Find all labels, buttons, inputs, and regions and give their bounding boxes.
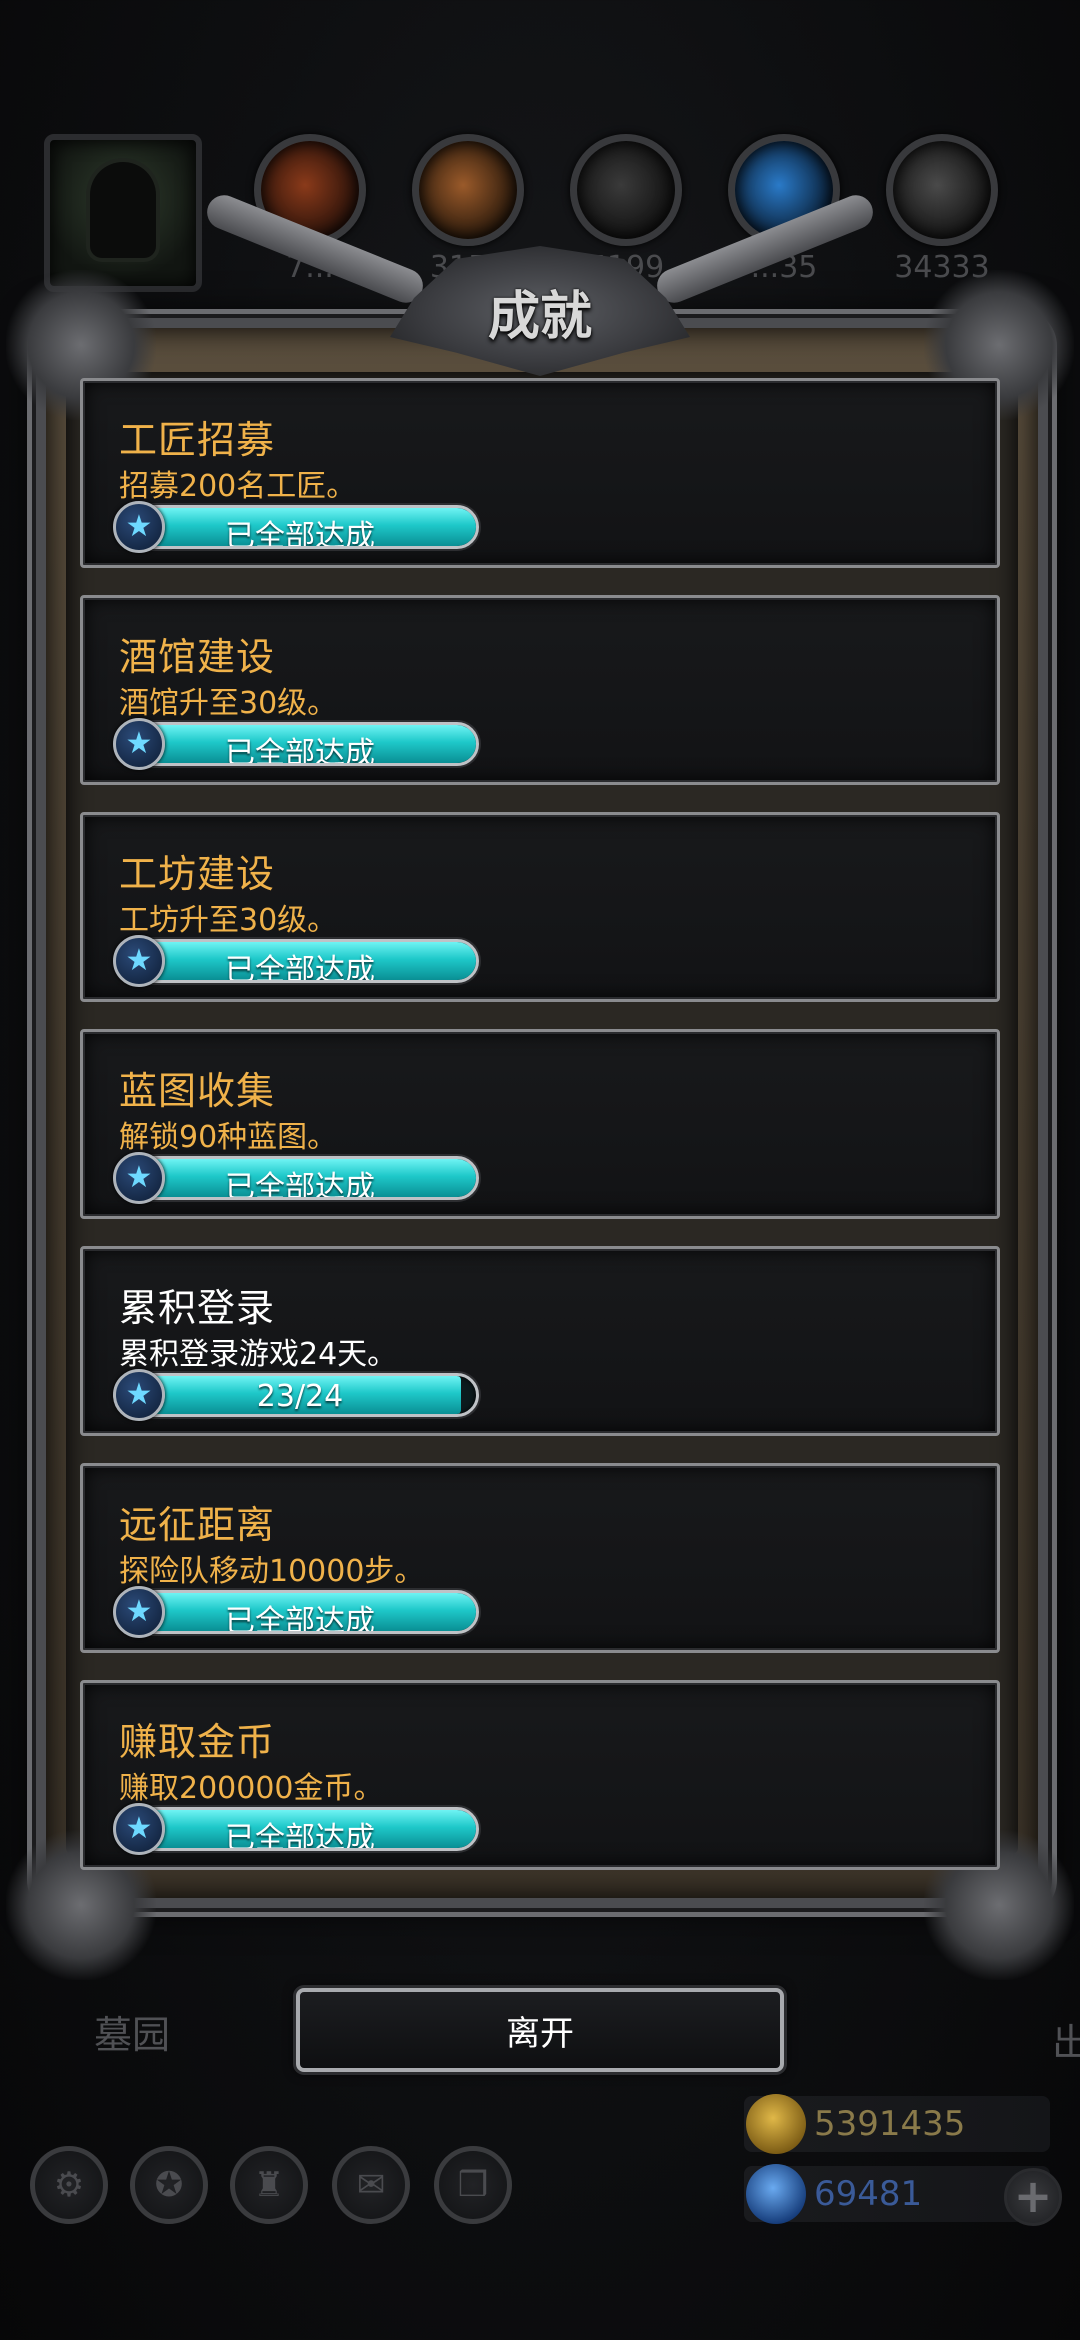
- exit-label-partial[interactable]: 出: [1052, 2012, 1080, 2067]
- achievement-desc: 探险队移动10000步。: [119, 1554, 425, 1589]
- stone-icon: [886, 134, 998, 246]
- progress-label: 已全部达成: [225, 1821, 375, 1851]
- achievement-desc: 解锁90种蓝图。: [119, 1120, 338, 1155]
- gold-value: 5391435: [814, 2104, 966, 2144]
- leave-button[interactable]: 离开: [296, 1988, 784, 2072]
- star-icon: ★: [113, 1152, 165, 1204]
- gold-coin-icon: [746, 2094, 806, 2154]
- achievement-desc: 酒馆升至30级。: [119, 686, 338, 721]
- wood-icon: [412, 134, 524, 246]
- progress-bar: 已全部达成: [121, 1156, 479, 1200]
- achievement-card-earn-gold[interactable]: 赚取金币 赚取200000金币。 已全部达成 ★: [80, 1680, 1000, 1870]
- achievement-name: 工坊建设: [119, 852, 276, 896]
- achievement-name: 赚取金币: [119, 1720, 276, 1764]
- progress-bar: 已全部达成: [121, 1807, 479, 1851]
- achievement-card-tavern-build[interactable]: 酒馆建设 酒馆升至30级。 已全部达成 ★: [80, 595, 1000, 785]
- achievement-desc: 招募200名工匠。: [119, 469, 357, 504]
- star-icon: ★: [113, 501, 165, 553]
- achievement-card-craftsman-recruit[interactable]: 工匠招募 招募200名工匠。 已全部达成 ★: [80, 378, 1000, 568]
- achievement-name: 酒馆建设: [119, 635, 276, 679]
- mail-icon[interactable]: ✉: [332, 2146, 410, 2224]
- gold-display: 5391435: [744, 2094, 1050, 2154]
- add-currency-button[interactable]: +: [1004, 2168, 1062, 2226]
- achievement-name: 累积登录: [119, 1286, 276, 1330]
- star-icon: ★: [113, 1369, 165, 1421]
- star-badge-icon[interactable]: ✪: [130, 2146, 208, 2224]
- progress-label: 已全部达成: [225, 1170, 375, 1200]
- achievement-name: 蓝图收集: [119, 1069, 276, 1113]
- achievement-card-workshop-build[interactable]: 工坊建设 工坊升至30级。 已全部达成 ★: [80, 812, 1000, 1002]
- dialog-title: 成就: [487, 286, 592, 347]
- progress-label: 已全部达成: [225, 953, 375, 983]
- star-icon: ★: [113, 1803, 165, 1855]
- progress-bar: 已全部达成: [121, 1590, 479, 1634]
- cube-icon[interactable]: ❒: [434, 2146, 512, 2224]
- tower-icon[interactable]: ♜: [230, 2146, 308, 2224]
- star-icon: ★: [113, 718, 165, 770]
- progress-label: 23/24: [256, 1379, 344, 1414]
- achievement-desc: 赚取200000金币。: [119, 1771, 384, 1806]
- achievement-card-login-days[interactable]: 累积登录 累积登录游戏24天。 23/24 ★: [80, 1246, 1000, 1436]
- star-icon: ★: [113, 1586, 165, 1638]
- achievement-card-blueprint-collect[interactable]: 蓝图收集 解锁90种蓝图。 已全部达成 ★: [80, 1029, 1000, 1219]
- gem-value: 69481: [814, 2174, 923, 2214]
- progress-bar: 已全部达成: [121, 722, 479, 766]
- star-icon: ★: [113, 935, 165, 987]
- achievement-card-expedition-distance[interactable]: 远征距离 探险队移动10000步。 已全部达成 ★: [80, 1463, 1000, 1653]
- gem-icon: [746, 2164, 806, 2224]
- progress-bar: 已全部达成: [121, 939, 479, 983]
- gear-icon[interactable]: ⚙: [30, 2146, 108, 2224]
- progress-label: 已全部达成: [225, 1604, 375, 1634]
- iron-icon: [570, 134, 682, 246]
- avatar[interactable]: [44, 134, 202, 292]
- achievement-name: 工匠招募: [119, 418, 276, 462]
- achievement-desc: 工坊升至30级。: [119, 903, 338, 938]
- graveyard-label[interactable]: 墓园: [94, 2004, 170, 2059]
- progress-bar: 已全部达成: [121, 505, 479, 549]
- progress-label: 已全部达成: [225, 736, 375, 766]
- achievement-desc: 累积登录游戏24天。: [119, 1337, 398, 1372]
- progress-label: 已全部达成: [225, 519, 375, 549]
- progress-bar: 23/24: [121, 1373, 479, 1417]
- achievement-list: 工匠招募 招募200名工匠。 已全部达成 ★ 酒馆建设 酒馆升至30级。 已全部…: [80, 378, 1000, 1897]
- achievement-name: 远征距离: [119, 1503, 276, 1547]
